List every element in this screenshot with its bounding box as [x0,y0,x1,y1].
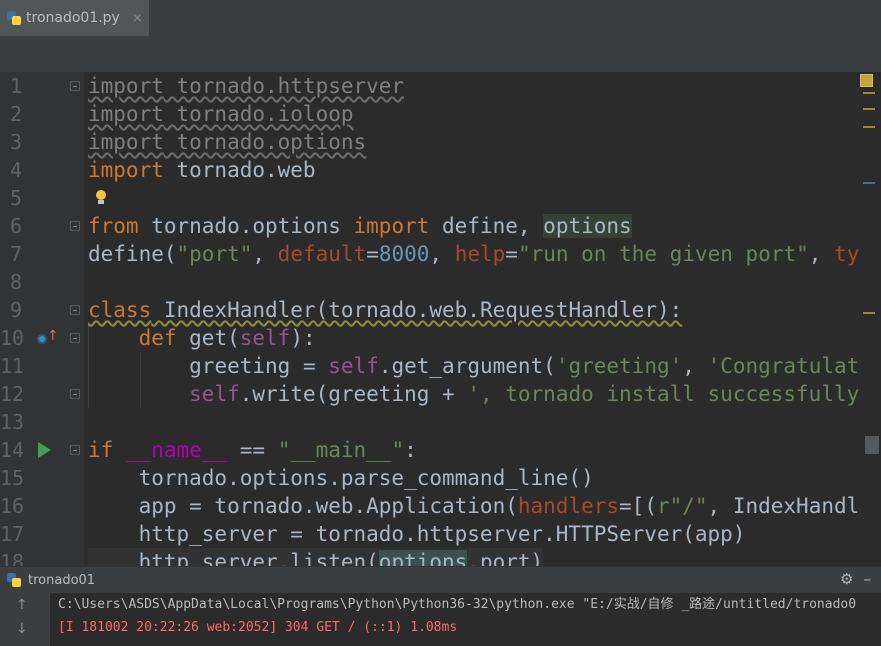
editor-tab-bar: tronado01.py × [0,0,881,37]
code-line: import tornado.ioloop [88,102,354,126]
code-editor[interactable]: 1 2 3 4 5 6 7 8 9 10 11 12 13 14 15 16 1… [0,72,881,566]
run-icon[interactable] [38,442,51,458]
python-file-icon [6,10,22,26]
line-number: 7 [9,242,22,266]
fold-marker[interactable] [70,81,80,91]
line-number: 13 [0,410,25,434]
line-number: 3 [9,130,22,154]
run-config-name[interactable]: tronado01 [28,573,95,588]
error-stripe[interactable] [859,72,881,566]
code-line: from tornado.options import define, opti… [88,214,632,238]
fold-marker[interactable] [70,221,80,231]
close-icon[interactable]: × [132,11,143,26]
info-mark[interactable] [863,182,875,184]
python-run-icon [6,572,22,588]
code-line: tornado.options.parse_command_line() [88,466,594,490]
line-number: 18 [0,550,25,566]
code-line: import tornado.httpserver [88,74,405,98]
line-number: 12 [0,382,25,406]
line-number: 4 [9,158,22,182]
line-number: 11 [0,354,25,378]
arrow-up-icon[interactable]: ↑ [16,597,28,613]
console-toolbar: ↑ ↓ [0,593,50,646]
warning-indicator-icon[interactable] [860,74,873,87]
code-line: greeting = self.get_argument('greeting',… [189,354,860,378]
line-number: 14 [0,438,25,462]
line-number: 5 [9,186,22,210]
code-line: import tornado.options [88,130,367,154]
hide-panel-icon[interactable]: – [864,570,872,588]
code-line: http_server.listen(options.port) [88,548,544,566]
fold-marker[interactable] [70,305,80,315]
fold-marker[interactable] [70,333,80,343]
code-line: if __name__ == "__main__": [88,438,417,462]
run-panel-header: tronado01 ⚙ – [0,566,881,593]
warning-mark[interactable] [863,92,875,94]
warning-mark[interactable] [863,126,875,128]
lightbulb-icon[interactable] [94,190,108,206]
line-number: 17 [0,522,25,546]
arrow-down-icon[interactable]: ↓ [16,621,28,637]
tab-label: tronado01.py [26,10,120,26]
code-line: def get(self): [138,326,316,350]
line-number: 6 [9,214,22,238]
override-method-icon[interactable]: ↑ [37,328,59,348]
line-number: 16 [0,494,25,518]
code-line: http_server = tornado.httpserver.HTTPSer… [88,522,746,546]
console-command-line: C:\Users\ASDS\AppData\Local\Programs\Pyt… [58,597,857,612]
fold-marker[interactable] [70,445,80,455]
run-console[interactable]: ↑ ↓ C:\Users\ASDS\AppData\Local\Programs… [0,593,881,646]
line-number: 9 [9,298,22,322]
line-number: 8 [9,270,22,294]
line-number: 15 [0,466,25,490]
fold-marker[interactable] [70,389,80,399]
settings-gear-icon[interactable]: ⚙ [840,570,853,588]
console-log-line: [I 181002 20:22:26 web:2052] 304 GET / (… [58,620,458,635]
tab-tronado01[interactable]: tronado01.py × [0,0,149,36]
code-line: self.write(greeting + ', tornado install… [189,382,860,406]
line-number: 1 [9,74,22,98]
code-line: class IndexHandler(tornado.web.RequestHa… [88,298,683,322]
code-line: import tornado.web [88,158,316,182]
warning-mark[interactable] [863,312,875,314]
line-number: 2 [9,102,22,126]
scrollbar-thumb[interactable] [865,436,879,454]
code-line: app = tornado.web.Application(handlers=[… [88,494,860,518]
breadcrumb-bar [0,36,881,72]
warning-mark[interactable] [863,108,875,110]
line-number: 10 [0,326,25,350]
code-line: define("port", default=8000, help="run o… [88,242,860,266]
